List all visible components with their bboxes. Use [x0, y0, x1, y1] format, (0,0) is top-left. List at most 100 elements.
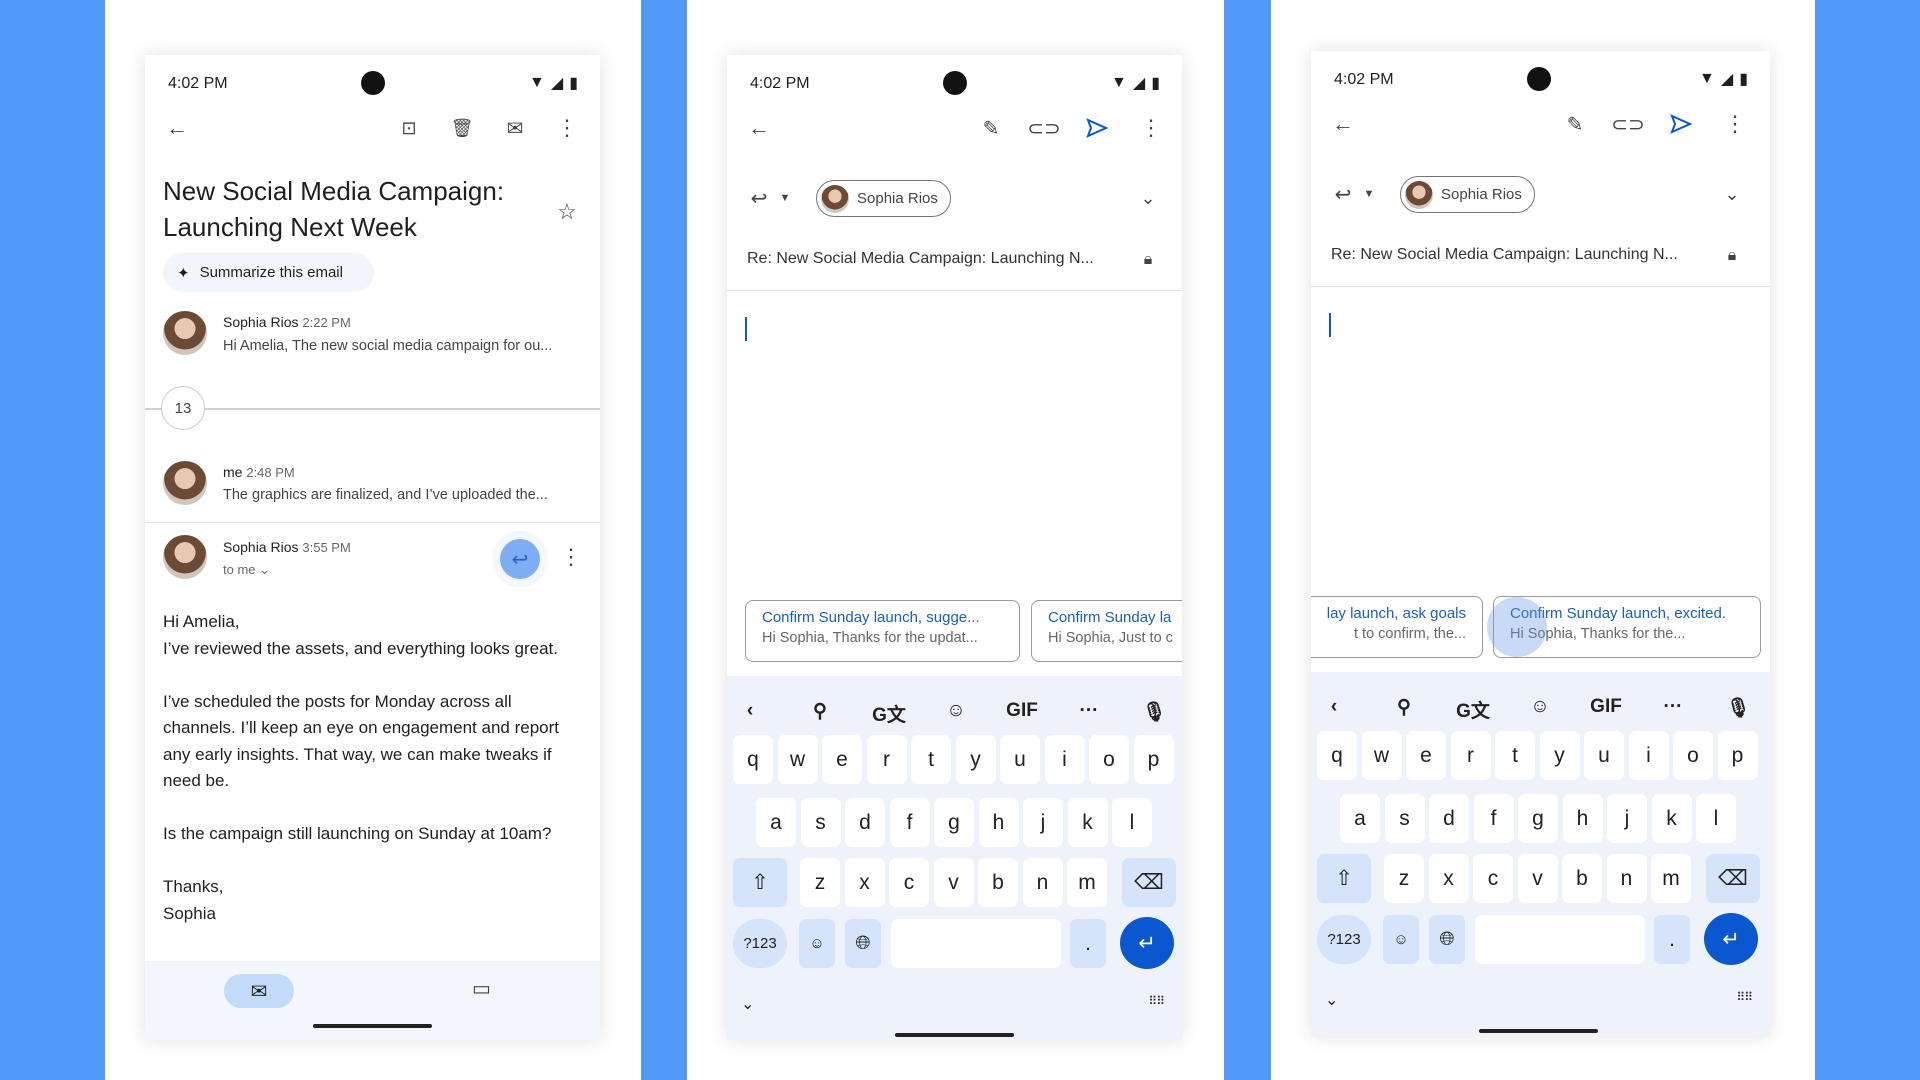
key-i[interactable]: i	[1628, 731, 1669, 780]
help-me-write-icon[interactable]: ✎	[1560, 109, 1590, 139]
shift-key[interactable]: ⇧	[733, 858, 787, 907]
key-f[interactable]: f	[889, 798, 930, 847]
send-icon[interactable]	[1082, 113, 1112, 143]
space-key[interactable]	[1475, 915, 1645, 964]
key-b[interactable]: b	[978, 858, 1018, 907]
key-p[interactable]: p	[1133, 735, 1174, 784]
language-key[interactable]: 🌐︎	[1429, 915, 1465, 964]
key-o[interactable]: o	[1089, 735, 1129, 784]
attach-icon[interactable]: ⊂⊃	[1611, 109, 1645, 139]
key-n[interactable]: n	[1606, 854, 1647, 903]
reply-type-dropdown-icon[interactable]: ▼	[1354, 179, 1384, 209]
back-arrow-icon[interactable]: ←	[744, 113, 774, 143]
reply-button[interactable]: ↩	[500, 539, 540, 579]
key-v[interactable]: v	[933, 858, 974, 907]
translate-icon[interactable]: G文	[1456, 696, 1490, 723]
key-r[interactable]: r	[1450, 731, 1491, 780]
collapse-toolbar-icon[interactable]: ‹	[747, 700, 753, 722]
key-f[interactable]: f	[1473, 794, 1514, 843]
key-k[interactable]: k	[1651, 794, 1692, 843]
key-h[interactable]: h	[1562, 794, 1603, 843]
sticker-icon[interactable]: ☺	[1530, 696, 1549, 718]
hide-keyboard-icon[interactable]: ⌄	[1325, 990, 1338, 1010]
more-options-icon[interactable]: ⋮	[1720, 109, 1750, 139]
hide-keyboard-icon[interactable]: ⌄	[741, 994, 754, 1014]
subject-field[interactable]: Re: New Social Media Campaign: Launching…	[1331, 246, 1678, 264]
key-q[interactable]: q	[733, 735, 773, 784]
key-m[interactable]: m	[1651, 854, 1691, 903]
back-arrow-icon[interactable]: ←	[1328, 109, 1358, 139]
key-p[interactable]: p	[1717, 731, 1758, 780]
shift-key[interactable]: ⇧	[1317, 854, 1371, 903]
gif-button[interactable]: GIF	[1590, 696, 1622, 718]
key-a[interactable]: a	[1340, 794, 1380, 843]
help-me-write-icon[interactable]: ✎	[976, 113, 1006, 143]
more-options-icon[interactable]: ⋮	[552, 113, 582, 143]
key-e[interactable]: e	[822, 735, 862, 784]
key-x[interactable]: x	[844, 858, 885, 907]
emoji-comma-key[interactable]: ☺	[1383, 915, 1419, 964]
nav-mail-tab[interactable]: ✉	[224, 974, 294, 1008]
key-i[interactable]: i	[1044, 735, 1085, 784]
period-key[interactable]: .	[1654, 915, 1690, 964]
key-c[interactable]: c	[889, 858, 929, 907]
back-arrow-icon[interactable]: ←	[162, 113, 192, 143]
gif-button[interactable]: GIF	[1006, 700, 1038, 722]
mark-unread-icon[interactable]: ✉	[500, 113, 530, 143]
star-icon[interactable]: ☆	[552, 197, 582, 227]
symbols-key[interactable]: ?123	[733, 919, 787, 968]
language-key[interactable]: 🌐︎	[845, 919, 881, 968]
enter-key[interactable]: ↵	[1704, 913, 1758, 965]
smart-reply-suggestion[interactable]: lay launch, ask goals t to confirm, the..…	[1311, 596, 1483, 658]
message-item[interactable]	[163, 461, 207, 505]
key-j[interactable]: j	[1023, 798, 1063, 847]
key-n[interactable]: n	[1022, 858, 1063, 907]
body-input[interactable]	[1311, 301, 1770, 581]
smart-reply-suggestion[interactable]: Confirm Sunday la Hi Sophia, Just to c	[1031, 600, 1182, 662]
expand-recipients-icon[interactable]: ⌄	[1717, 179, 1747, 209]
key-r[interactable]: r	[866, 735, 907, 784]
summarize-button[interactable]: ✦ Summarize this email	[163, 253, 374, 292]
keyboard-switch-icon[interactable]: ⠿⠿	[1148, 994, 1165, 1008]
delete-icon[interactable]: 🗑︎	[447, 113, 477, 143]
attach-icon[interactable]: ⊂⊃	[1027, 113, 1061, 143]
key-h[interactable]: h	[978, 798, 1019, 847]
message-preview[interactable]: Hi Amelia, The new social media campaign…	[223, 338, 552, 354]
key-k[interactable]: k	[1067, 798, 1108, 847]
key-g[interactable]: g	[934, 798, 974, 847]
recipient-toggle[interactable]: to me ⌄	[223, 562, 270, 578]
key-t[interactable]: t	[1495, 731, 1535, 780]
body-input[interactable]	[727, 305, 1182, 585]
key-y[interactable]: y	[1539, 731, 1580, 780]
key-q[interactable]: q	[1317, 731, 1357, 780]
key-e[interactable]: e	[1406, 731, 1446, 780]
symbols-key[interactable]: ?123	[1317, 915, 1371, 964]
key-z[interactable]: z	[1384, 854, 1424, 903]
key-z[interactable]: z	[800, 858, 840, 907]
collapsed-messages-count[interactable]: 13	[161, 386, 205, 430]
archive-icon[interactable]: ⊡	[394, 113, 424, 143]
reply-type-dropdown-icon[interactable]: ▼	[770, 183, 800, 213]
message-item[interactable]	[163, 311, 207, 355]
recipient-chip[interactable]: Sophia Rios	[816, 180, 951, 217]
key-w[interactable]: w	[777, 735, 818, 784]
search-icon[interactable]: ⚲	[813, 700, 827, 723]
key-j[interactable]: j	[1607, 794, 1647, 843]
search-icon[interactable]: ⚲	[1397, 696, 1411, 719]
translate-icon[interactable]: G文	[872, 700, 906, 727]
key-v[interactable]: v	[1517, 854, 1558, 903]
key-c[interactable]: c	[1473, 854, 1513, 903]
key-t[interactable]: t	[911, 735, 951, 784]
keyboard-switch-icon[interactable]: ⠿⠿	[1736, 990, 1753, 1004]
mic-icon[interactable]: 🎙︎	[1142, 700, 1166, 724]
subject-field[interactable]: Re: New Social Media Campaign: Launching…	[747, 250, 1094, 268]
recipient-chip[interactable]: Sophia Rios	[1400, 176, 1535, 213]
mic-icon[interactable]: 🎙︎	[1726, 696, 1750, 720]
sticker-icon[interactable]: ☺	[946, 700, 965, 722]
key-o[interactable]: o	[1673, 731, 1713, 780]
period-key[interactable]: .	[1070, 919, 1106, 968]
key-d[interactable]: d	[1429, 794, 1469, 843]
collapse-toolbar-icon[interactable]: ‹	[1331, 696, 1337, 718]
message-more-icon[interactable]: ⋮	[556, 542, 586, 572]
key-w[interactable]: w	[1361, 731, 1402, 780]
